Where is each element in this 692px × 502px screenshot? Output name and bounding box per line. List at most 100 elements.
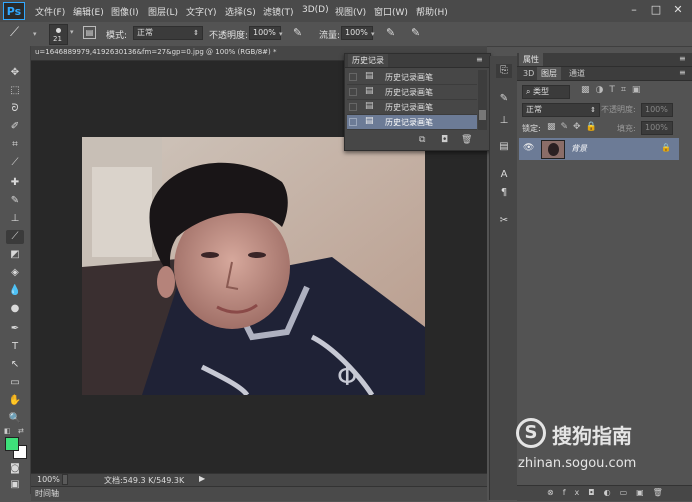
history-brush-tool-icon[interactable]: ⟋ xyxy=(6,230,24,244)
new-snapshot-icon[interactable]: ◘ xyxy=(441,135,448,145)
history-brush-tool-icon[interactable]: ⟋ xyxy=(10,25,19,40)
history-scroll-thumb[interactable] xyxy=(479,110,486,120)
brush-dropdown-icon[interactable]: ▾ xyxy=(70,28,74,36)
layers-menu-icon[interactable]: ≡ xyxy=(679,68,686,77)
history-item[interactable]: ▤ 历史记录画笔 xyxy=(347,70,477,85)
fill-input[interactable]: 100% xyxy=(641,121,673,135)
opacity-dropdown-icon[interactable]: ▾ xyxy=(279,30,283,38)
lock-icons[interactable]: ▩✎✥🔒 xyxy=(547,122,602,132)
move-tool-icon[interactable]: ✥ xyxy=(6,66,24,80)
brush-preset-picker[interactable]: 21 xyxy=(49,24,68,45)
eraser-tool-icon[interactable]: ◩ xyxy=(6,248,24,262)
menu-view[interactable]: 视图(V) xyxy=(335,5,366,18)
swap-colors-icon[interactable]: ⇄ xyxy=(18,427,24,435)
quick-mask-icon[interactable]: ◙ xyxy=(6,462,24,476)
menu-3d[interactable]: 3D(D) xyxy=(302,5,329,15)
adjustments-icon[interactable]: ▤ xyxy=(496,140,512,154)
layer-thumbnail xyxy=(541,140,565,159)
marquee-tool-icon[interactable]: ⬚ xyxy=(6,84,24,98)
foreground-color-swatch[interactable] xyxy=(5,437,19,451)
history-scrollbar[interactable] xyxy=(478,70,487,130)
brush-panel-icon[interactable]: ✎ xyxy=(496,92,512,106)
history-panel-icon[interactable]: ⎘ xyxy=(496,64,512,78)
zoom-level[interactable]: 100% xyxy=(37,475,60,484)
layers-panel-header: 3D 图层 通道 ≡ xyxy=(517,67,692,81)
opacity-input[interactable]: 100% xyxy=(249,26,281,40)
blend-mode-select[interactable]: 正常 ⇕ xyxy=(522,103,600,117)
layer-name[interactable]: 背景 xyxy=(571,143,587,154)
maximize-button[interactable]: □ xyxy=(649,3,663,17)
visibility-eye-icon[interactable]: 👁 xyxy=(523,143,534,153)
tab-channels[interactable]: 通道 xyxy=(565,67,589,80)
properties-menu-icon[interactable]: ≡ xyxy=(679,54,686,63)
timeline-panel-tab[interactable]: 时间轴 xyxy=(31,486,487,501)
path-selection-tool-icon[interactable]: ↖ xyxy=(6,358,24,372)
clone-source-icon[interactable]: ⊥ xyxy=(496,114,512,128)
brush-panel-toggle-icon[interactable]: ▤ xyxy=(83,26,96,39)
type-tool-icon[interactable]: T xyxy=(6,340,24,354)
lasso-tool-icon[interactable]: ᘐ xyxy=(6,102,24,116)
airbrush-icon[interactable]: ✎ xyxy=(386,26,395,39)
paragraph-panel-icon[interactable]: ¶ xyxy=(496,186,512,200)
eyedropper-tool-icon[interactable]: ⟋ xyxy=(6,156,24,170)
zoom-tool-icon[interactable]: 🔍 xyxy=(6,412,24,426)
tab-3d[interactable]: 3D xyxy=(519,67,538,80)
tab-layers[interactable]: 图层 xyxy=(537,67,561,80)
layer-filter-icons[interactable]: ▩◑T⌗▣ xyxy=(581,85,646,95)
layer-opacity-input[interactable]: 100% xyxy=(641,103,673,117)
delete-state-icon[interactable]: 🗑 xyxy=(461,135,472,145)
layer-kind-filter[interactable]: ⌕ 类型 xyxy=(522,85,570,99)
close-button[interactable]: ✕ xyxy=(671,3,685,17)
healing-brush-tool-icon[interactable]: ✚ xyxy=(6,176,24,190)
history-tab[interactable]: 历史记录 xyxy=(348,54,388,67)
hand-tool-icon[interactable]: ✋ xyxy=(6,394,24,408)
menu-edit[interactable]: 编辑(E) xyxy=(73,5,104,18)
layer-action-icons[interactable]: ⊗fx◘◐▭▣🗑 xyxy=(547,488,672,497)
tools-preset-icon[interactable]: ✂ xyxy=(496,214,512,228)
history-source-checkbox[interactable] xyxy=(349,88,357,96)
history-item[interactable]: ▤ 历史记录画笔 xyxy=(347,85,477,100)
pen-tool-icon[interactable]: ✒ xyxy=(6,322,24,336)
tablet-pressure-size-icon[interactable]: ✎ xyxy=(411,26,420,39)
character-panel-icon[interactable]: A xyxy=(496,168,512,182)
layer-row-background[interactable]: 👁 背景 🔒 xyxy=(519,138,679,160)
flow-dropdown-icon[interactable]: ▾ xyxy=(371,30,375,38)
paint-bucket-tool-icon[interactable]: ◈ xyxy=(6,266,24,280)
menu-select[interactable]: 选择(S) xyxy=(225,5,256,18)
history-source-checkbox[interactable] xyxy=(349,103,357,111)
panel-menu-icon[interactable]: ≡ xyxy=(476,55,483,64)
flow-input[interactable]: 100% xyxy=(341,26,373,40)
new-document-from-state-icon[interactable]: ⧉ xyxy=(419,135,425,145)
history-source-checkbox[interactable] xyxy=(349,118,357,126)
history-item-selected[interactable]: ▤ 历史记录画笔 xyxy=(347,115,477,130)
tablet-pressure-opacity-icon[interactable]: ✎ xyxy=(293,26,302,39)
menu-filter[interactable]: 滤镜(T) xyxy=(263,5,294,18)
quick-selection-tool-icon[interactable]: ✐ xyxy=(6,120,24,134)
fill-value: 100% xyxy=(645,123,668,132)
menu-file[interactable]: 文件(F) xyxy=(35,5,65,18)
watermark-logo-icon: S xyxy=(516,418,546,448)
properties-panel-header: 属性 ≡ xyxy=(517,53,692,67)
clone-stamp-tool-icon[interactable]: ⊥ xyxy=(6,212,24,226)
dodge-tool-icon[interactable]: ● xyxy=(6,302,24,316)
canvas-photo[interactable]: Φ xyxy=(82,137,425,395)
menu-layer[interactable]: 图层(L) xyxy=(148,5,178,18)
menu-type[interactable]: 文字(Y) xyxy=(186,5,217,18)
rectangle-tool-icon[interactable]: ▭ xyxy=(6,376,24,390)
menu-help[interactable]: 帮助(H) xyxy=(416,5,448,18)
default-colors-icon[interactable]: ◧ xyxy=(4,427,11,435)
tool-preset-dropdown-icon[interactable]: ▾ xyxy=(33,30,37,38)
status-menu-arrow-icon[interactable]: ▶ xyxy=(199,474,205,483)
properties-tab[interactable]: 属性 xyxy=(519,53,543,66)
menu-window[interactable]: 窗口(W) xyxy=(374,5,408,18)
menu-image[interactable]: 图像(I) xyxy=(111,5,139,18)
screen-mode-icon[interactable]: ▣ xyxy=(6,478,24,492)
minimize-button[interactable]: – xyxy=(627,3,641,17)
blur-tool-icon[interactable]: 💧 xyxy=(6,284,24,298)
crop-tool-icon[interactable]: ⌗ xyxy=(6,138,24,152)
history-item[interactable]: ▤ 历史记录画笔 xyxy=(347,100,477,115)
brush-tool-icon[interactable]: ✎ xyxy=(6,194,24,208)
blend-mode-value: 正常 xyxy=(526,105,542,114)
history-source-checkbox[interactable] xyxy=(349,73,357,81)
mode-select[interactable]: 正常 ⇕ xyxy=(133,26,203,40)
